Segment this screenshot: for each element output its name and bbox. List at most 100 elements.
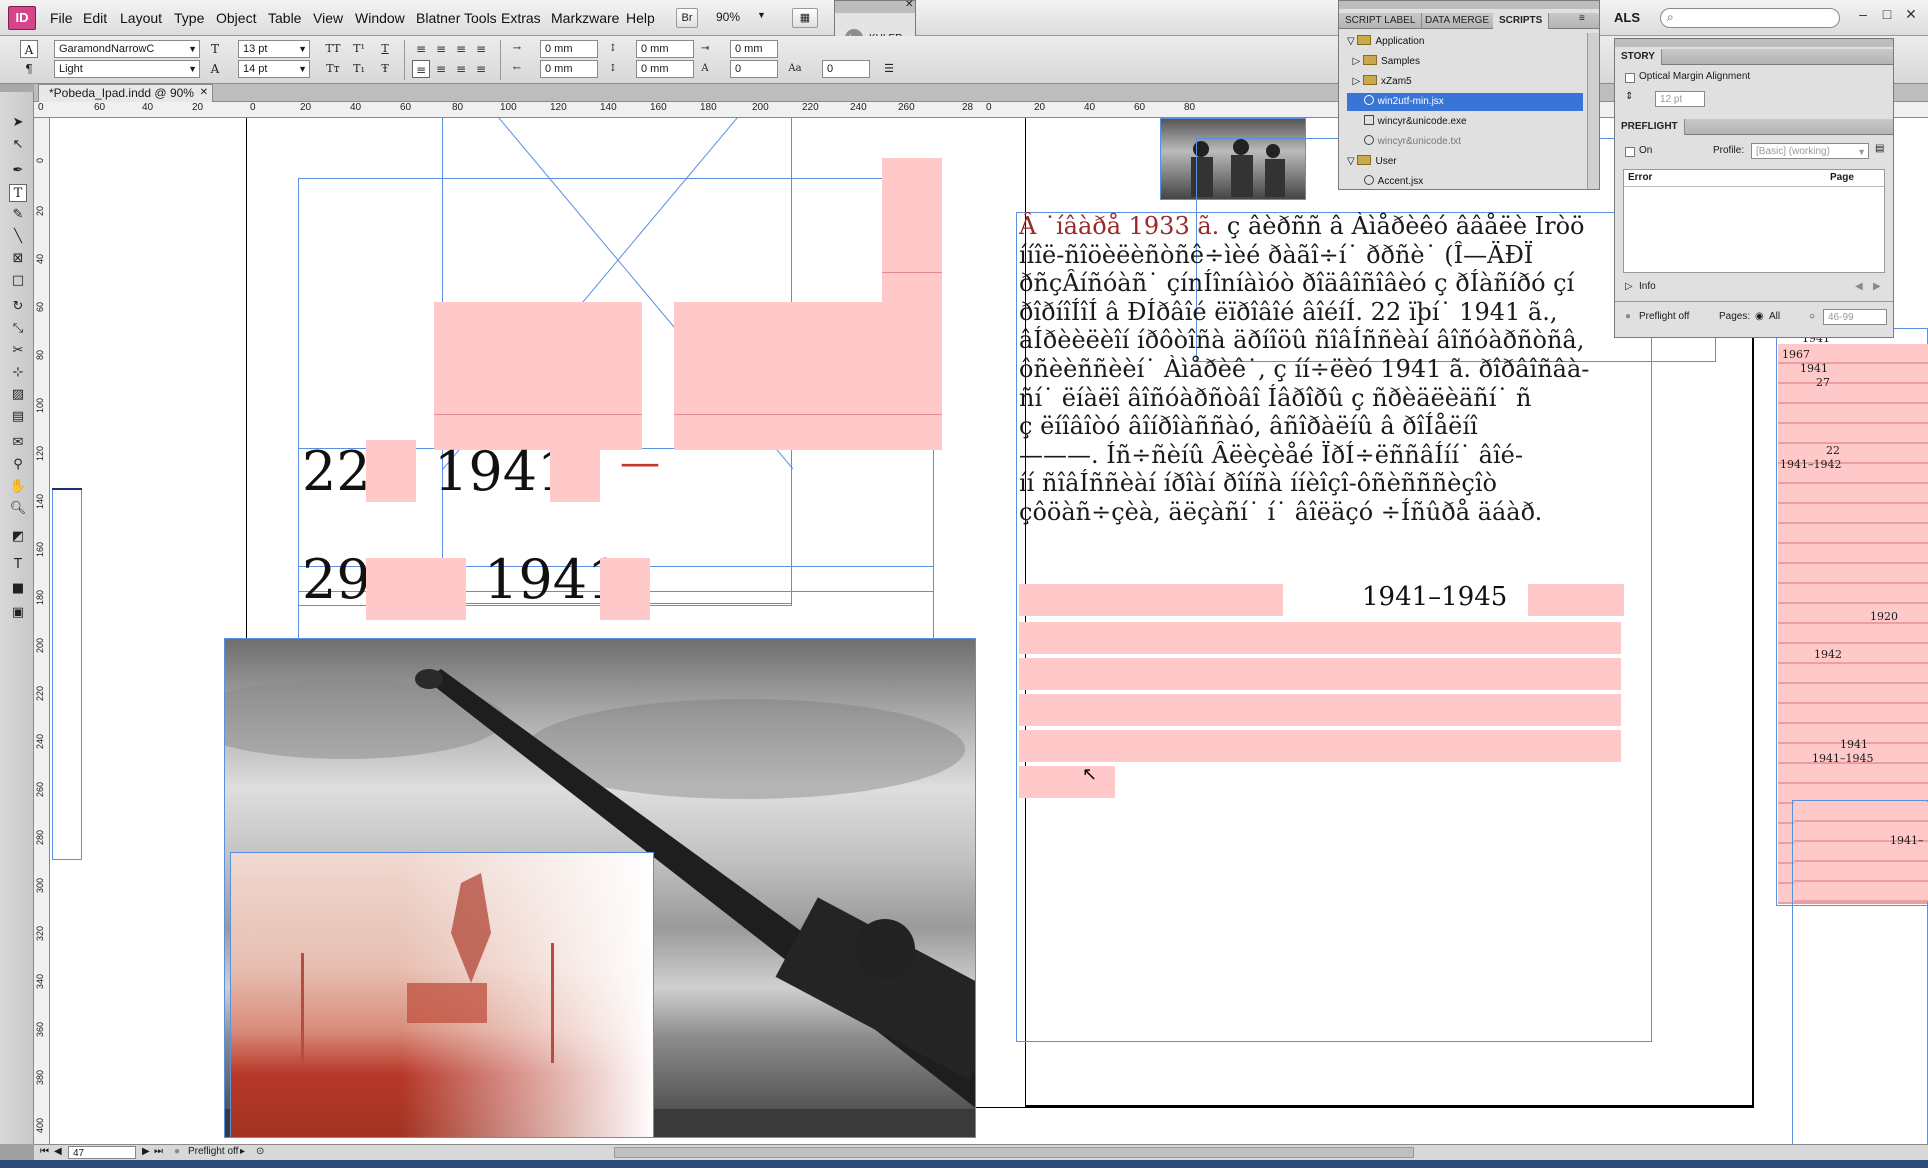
search-input[interactable]: ⌕: [1660, 8, 1840, 28]
preflight-options-icon[interactable]: ▤: [1875, 143, 1889, 157]
vertical-ruler[interactable]: 0 20 40 60 80 100 120 140 160 180 200 22…: [34, 118, 50, 1144]
menu-file[interactable]: File: [50, 10, 73, 26]
tree-item-win2utf[interactable]: win2utf-min.jsx: [1347, 93, 1583, 111]
statusbar-preflight[interactable]: Preflight off: [188, 1145, 238, 1159]
underline-button[interactable]: T: [376, 40, 394, 58]
close-window-button[interactable]: ✕: [1900, 6, 1922, 26]
menu-object[interactable]: Object: [216, 10, 256, 26]
menu-help[interactable]: Help: [626, 10, 655, 26]
close-icon[interactable]: ✕: [200, 85, 208, 101]
font-family-field[interactable]: GaramondNarrowC ▼: [54, 40, 200, 58]
note-tool-icon[interactable]: ✉: [9, 434, 27, 452]
page-range-field[interactable]: 46-99: [1823, 309, 1887, 325]
tree-item-wincyr-txt[interactable]: wincyr&unicode.txt: [1347, 133, 1583, 151]
space-before-field[interactable]: 0 mm: [636, 40, 694, 58]
subscript-button[interactable]: T₁: [350, 60, 368, 78]
space-after-field[interactable]: 0 mm: [636, 60, 694, 78]
pencil-tool-icon[interactable]: ✎: [9, 206, 27, 224]
tree-item-xzam5[interactable]: ▷ xZam5: [1347, 73, 1583, 91]
monument-photo[interactable]: [230, 852, 654, 1138]
menu-markzware[interactable]: Markzware: [551, 10, 619, 26]
line-tool-icon[interactable]: ╲: [9, 228, 27, 246]
panel-menu-icon[interactable]: ≡: [1579, 13, 1585, 24]
tab-script-label[interactable]: SCRIPT LABEL: [1339, 13, 1423, 29]
justify-right-icon[interactable]: ≡: [452, 60, 470, 78]
text-frame[interactable]: [52, 488, 82, 860]
screen-mode-icon[interactable]: ▣: [9, 604, 27, 622]
panel-grip[interactable]: [1339, 1, 1599, 9]
zoom-dropdown-icon[interactable]: ▼: [757, 10, 766, 20]
story-body[interactable]: Â ˙íâàðå 1933 ã. ç âèðññ â Àìåðèêó ââåëè…: [1019, 212, 1619, 527]
menu-extras[interactable]: Extras: [501, 10, 541, 26]
tab-scripts[interactable]: SCRIPTS: [1493, 13, 1550, 29]
preflight-error-list[interactable]: Error Page: [1623, 169, 1885, 273]
rectangle-tool-icon[interactable]: □: [9, 272, 27, 290]
tree-item-application[interactable]: ▽ Application: [1347, 33, 1583, 51]
font-style-field[interactable]: Light ▼: [54, 60, 200, 78]
tree-item-user[interactable]: ▽ User: [1347, 153, 1583, 171]
gradient-feather-tool-icon[interactable]: ▤: [9, 408, 27, 426]
next-page-icon[interactable]: ▶: [142, 1145, 150, 1159]
scrollbar[interactable]: [1587, 33, 1599, 189]
zoom-level[interactable]: 90%: [716, 10, 740, 24]
chevron-right-icon[interactable]: ▸: [240, 1145, 245, 1159]
type-tool-icon[interactable]: T: [9, 184, 27, 202]
menu-edit[interactable]: Edit: [83, 10, 107, 26]
menu-layout[interactable]: Layout: [120, 10, 162, 26]
workspace-switcher[interactable]: ALS: [1614, 10, 1640, 25]
prev-icon[interactable]: ◀: [1855, 281, 1863, 292]
formatting-affects-text-icon[interactable]: T: [9, 556, 27, 574]
font-size-field[interactable]: 13 pt ▼: [238, 40, 310, 58]
superscript-button[interactable]: T¹: [350, 40, 368, 58]
drop-cap-lines-field[interactable]: 0: [730, 60, 778, 78]
align-center-icon[interactable]: ≡: [432, 40, 450, 58]
apply-color-icon[interactable]: ■: [9, 580, 27, 598]
zoom-tool-icon[interactable]: 🔍︎: [9, 500, 27, 518]
eyedropper-tool-icon[interactable]: ⚲: [9, 456, 27, 474]
next-icon[interactable]: ▶: [1873, 281, 1881, 292]
menu-table[interactable]: Table: [268, 10, 301, 26]
maximize-button[interactable]: □: [1876, 6, 1898, 26]
preflight-on-checkbox[interactable]: [1625, 147, 1635, 157]
optical-size-field[interactable]: 12 pt: [1655, 91, 1705, 107]
direct-selection-tool-icon[interactable]: ↖: [9, 136, 27, 154]
free-transform-tool-icon[interactable]: ⊹: [9, 364, 27, 382]
page-number-field[interactable]: 47: [68, 1146, 136, 1159]
profile-dropdown[interactable]: [Basic] (working) ▼: [1751, 143, 1869, 159]
gradient-tool-icon[interactable]: ▨: [9, 386, 27, 404]
panel-grip[interactable]: [1615, 39, 1893, 47]
open-folder-icon[interactable]: ⊙: [256, 1145, 264, 1159]
menu-type[interactable]: Type: [174, 10, 204, 26]
hand-tool-icon[interactable]: ✋: [9, 478, 27, 496]
tree-item-samples[interactable]: ▷ Samples: [1347, 53, 1583, 71]
right-indent-field[interactable]: 0 mm: [540, 60, 598, 78]
document-tab[interactable]: *Pobeda_Ipad.indd @ 90% ✕: [38, 84, 213, 102]
strikethrough-button[interactable]: Ŧ: [376, 60, 394, 78]
leading-field[interactable]: 14 pt ▼: [238, 60, 310, 78]
tab-story[interactable]: STORY: [1615, 49, 1662, 65]
drop-cap-chars-field[interactable]: 0: [822, 60, 870, 78]
view-options-icon[interactable]: ▦: [792, 8, 818, 28]
horizontal-scrollbar[interactable]: [614, 1147, 1414, 1158]
character-mode-icon[interactable]: A: [20, 40, 38, 58]
all-caps-button[interactable]: TT: [324, 40, 342, 58]
first-page-icon[interactable]: ⏮: [40, 1145, 49, 1159]
tab-preflight[interactable]: PREFLIGHT: [1615, 119, 1685, 135]
align-towards-spine-icon[interactable]: ≡: [472, 40, 490, 58]
last-page-icon[interactable]: ⏭: [154, 1145, 163, 1159]
justify-left-icon[interactable]: ≡: [412, 60, 430, 78]
justify-all-icon[interactable]: ≡: [472, 60, 490, 78]
optical-margin-checkbox[interactable]: [1625, 73, 1635, 83]
pen-tool-icon[interactable]: ✒: [9, 162, 27, 180]
paragraph-mode-icon[interactable]: ¶: [20, 60, 38, 78]
menu-window[interactable]: Window: [355, 10, 405, 26]
left-indent-field[interactable]: 0 mm: [540, 40, 598, 58]
tools-panel-header[interactable]: [0, 84, 34, 92]
fill-stroke-icon[interactable]: ◩: [9, 528, 27, 546]
tree-item-accent[interactable]: Accent.jsx: [1347, 173, 1583, 191]
align-left-icon[interactable]: ≡: [412, 40, 430, 58]
tab-data-merge[interactable]: DATA MERGE: [1419, 13, 1497, 29]
previous-page-icon[interactable]: ◀: [54, 1145, 62, 1159]
bridge-button[interactable]: Br: [676, 8, 698, 28]
scale-tool-icon[interactable]: ⤡: [9, 320, 27, 338]
